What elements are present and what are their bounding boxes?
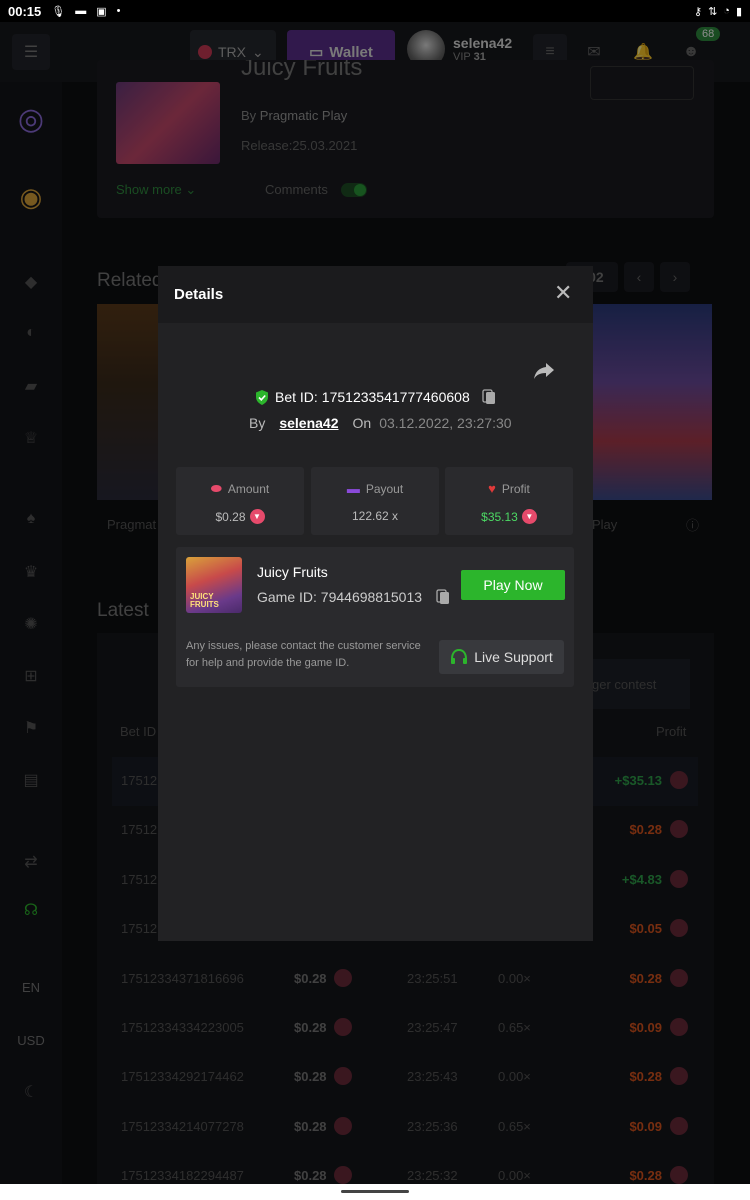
stat-label-row: ♥ Profit <box>445 481 573 496</box>
stat-profit: ♥ Profit $35.13 ▼ <box>445 467 573 535</box>
game-id-row: Game ID: 7944698815013 <box>257 589 422 605</box>
game-id-label: Game ID: <box>257 589 317 605</box>
modal-header: Details ✕ <box>158 266 593 323</box>
stat-label: Profit <box>501 481 530 496</box>
bet-author-row: By selena42 On 03.12.2022, 23:27:30 <box>249 415 512 431</box>
status-bar: 00:15 🎙 ▬ ▣ • ⚷ ⇅ ◔ ▮ <box>0 0 750 22</box>
bet-details-modal: Details ✕ Bet ID: 1751233541777460608 By… <box>158 266 593 941</box>
stat-label: Amount <box>227 482 270 496</box>
stat-amount: ⬬ Amount $0.28 ▼ <box>176 467 304 535</box>
coins-icon: ⬬ <box>210 481 222 496</box>
copy-icon[interactable] <box>436 589 450 605</box>
shield-check-icon <box>256 389 268 405</box>
bet-id-value: 1751233541777460608 <box>321 389 470 405</box>
image-icon: ▣ <box>96 5 107 18</box>
folder-icon: ▬ <box>75 5 87 17</box>
stat-payout: ▬ Payout 122.62 x <box>311 467 439 535</box>
dot-icon: • <box>116 5 121 17</box>
battery-icon: ▮ <box>735 5 742 18</box>
by-label: By <box>249 415 266 431</box>
stat-label-row: ▬ Payout <box>311 481 439 496</box>
status-time: 00:15 <box>8 3 42 19</box>
trx-coin-icon: ▼ <box>249 509 265 524</box>
app-root: 00:15 🎙 ▬ ▣ • ⚷ ⇅ ◔ ▮ ☰ TRX ⌄ ▭ Wallet s… <box>0 0 750 1200</box>
play-now-button[interactable]: Play Now <box>461 570 565 600</box>
live-support-label: Live Support <box>474 649 553 665</box>
author-link[interactable]: selena42 <box>279 415 338 431</box>
stat-label: Payout <box>365 481 404 496</box>
game-name: Juicy Fruits <box>257 564 328 580</box>
copy-icon[interactable] <box>482 389 496 405</box>
stat-value: $35.13 <box>481 509 518 524</box>
close-icon[interactable]: ✕ <box>554 282 572 304</box>
mic-icon: 🎙 <box>51 5 66 18</box>
stat-label-row: ⬬ Amount <box>176 481 304 497</box>
modal-title: Details <box>174 286 224 303</box>
bet-date: 03.12.2022, 23:27:30 <box>379 415 512 431</box>
bet-id-row: Bet ID: 1751233541777460608 <box>255 389 496 405</box>
share-icon[interactable] <box>533 362 555 380</box>
hand-coin-icon: ♥ <box>488 481 496 496</box>
home-gesture-pill[interactable] <box>341 1190 409 1193</box>
stat-value: $0.28 <box>215 509 246 524</box>
trx-coin-icon: ▼ <box>521 509 537 524</box>
on-label: On <box>352 415 372 431</box>
support-notice: Any issues, please contact the customer … <box>186 640 421 669</box>
stat-value-row: $35.13 ▼ <box>445 509 573 524</box>
game-id-value: 7944698815013 <box>320 589 423 605</box>
headset-icon <box>451 649 468 664</box>
card-icon: ▬ <box>346 481 360 496</box>
bet-id-label: Bet ID: <box>275 389 318 405</box>
system-nav-bar <box>0 1184 750 1200</box>
game-panel: JUICY FRUITS Juicy Fruits Game ID: 79446… <box>176 547 574 687</box>
key-icon: ⚷ <box>694 5 703 18</box>
wifi-icon: ◔ <box>723 4 730 17</box>
game-thumbnail[interactable]: JUICY FRUITS <box>186 557 242 613</box>
data-icon: ⇅ <box>708 5 718 18</box>
stat-value-row: $0.28 ▼ <box>176 509 304 524</box>
stat-value: 122.62 x <box>351 509 399 523</box>
stat-value-row: 122.62 x <box>311 509 439 523</box>
thumbnail-text: JUICY FRUITS <box>190 592 219 609</box>
live-support-button[interactable]: Live Support <box>439 640 564 674</box>
